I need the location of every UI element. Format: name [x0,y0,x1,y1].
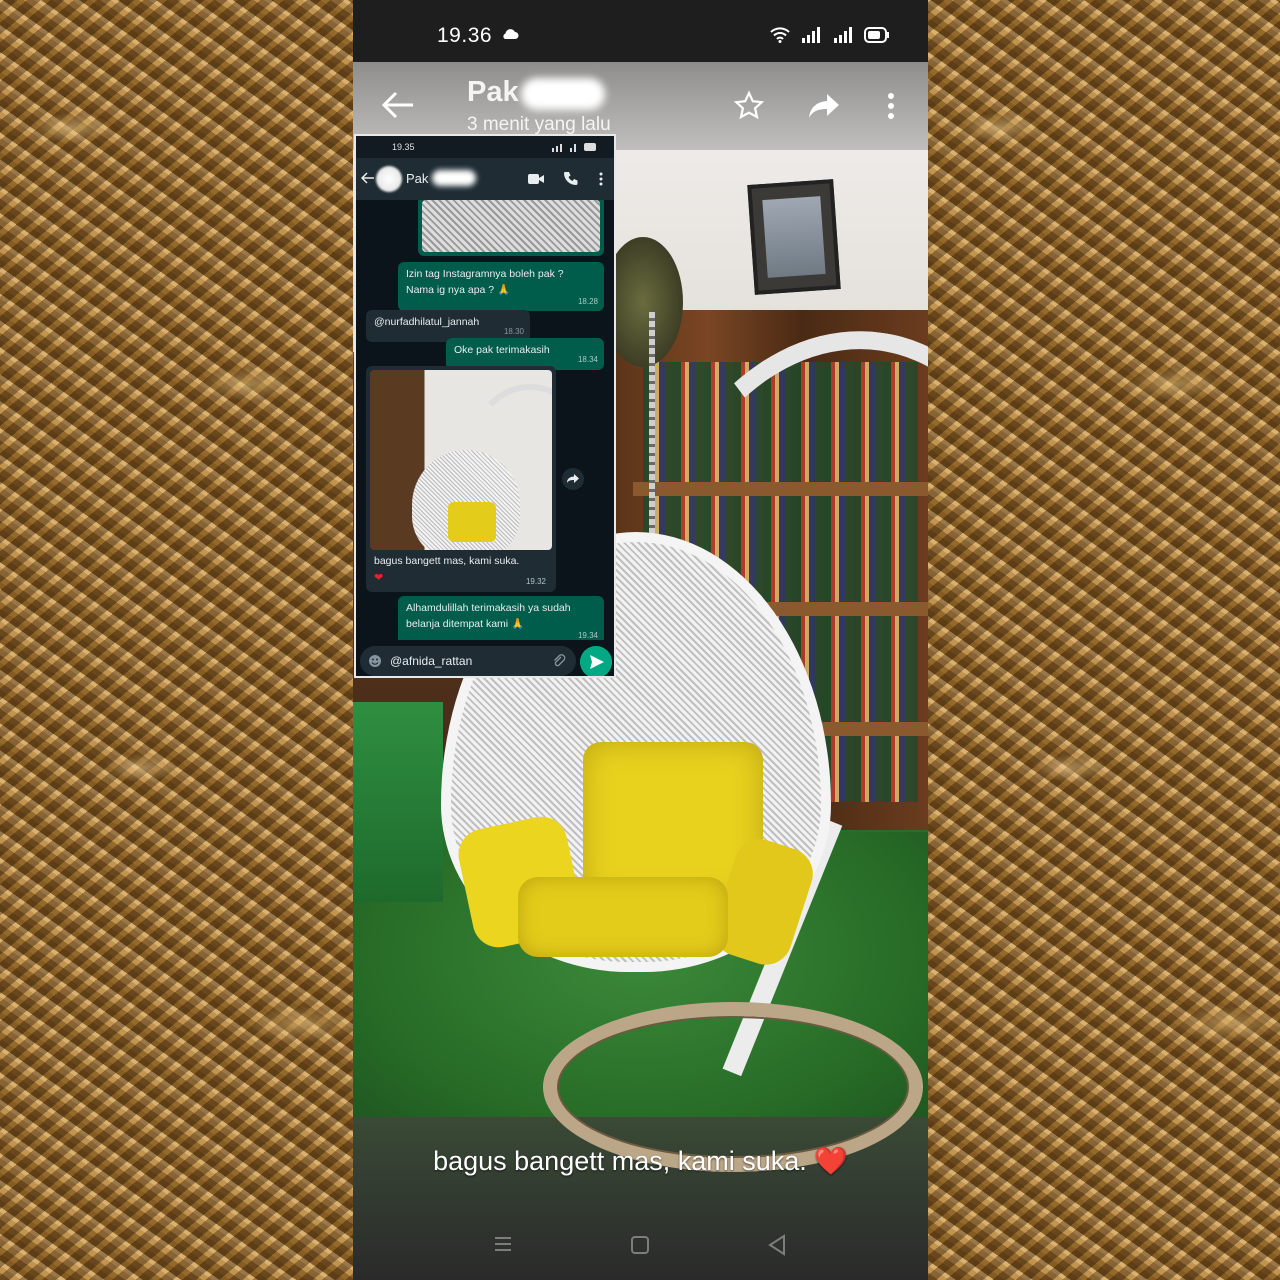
avatar[interactable] [376,166,402,192]
chat-contact-name[interactable]: Pak [406,171,428,186]
signal-icon [802,27,820,43]
message-text: Nama ig nya apa ? 🙏 [406,284,511,297]
story-caption: bagus bangett mas, kami suka. ❤️ [353,1145,928,1177]
story-contact-name: Pak [467,76,519,108]
navigation-bar [353,1222,928,1272]
chat-input-bar: @afnida_rattan [356,640,614,678]
star-icon[interactable] [733,90,765,122]
received-image[interactable] [370,370,552,550]
message-text: Izin tag Instagramnya boleh pak ? [406,268,564,280]
yellow-cushion-seat [518,877,728,957]
redacted-name [521,78,605,110]
rope-background-left [0,0,353,1280]
image-caption: bagus bangett mas, kami suka. [374,555,520,567]
message-time: 18.28 [577,297,598,307]
recent-apps-icon[interactable] [493,1236,513,1252]
status-icons [552,143,596,152]
more-vert-icon[interactable] [599,172,603,186]
cloud-icon [503,29,519,39]
message-text: Alhamdulillah terimakasih ya sudah [406,602,571,614]
home-icon[interactable] [631,1236,649,1254]
message-input-value: @afnida_rattan [390,654,473,668]
status-bar: 19.36 [353,0,928,62]
share-icon[interactable] [562,468,584,490]
swing-chain [649,312,655,552]
chat-status-bar: 19.35 [356,136,614,158]
chat-header: Pak [356,158,614,200]
chat-status-time: 19.35 [392,142,415,152]
wifi-icon [770,27,790,43]
message-time: 19.32 [525,577,546,587]
message-text: @nurfadhilatul_jannah [374,316,480,328]
message-bubble-out[interactable]: Izin tag Instagramnya boleh pak ? Nama i… [398,262,604,311]
more-vert-icon[interactable] [887,92,895,120]
back-triangle-icon[interactable] [767,1234,787,1256]
green-bags [353,702,443,902]
message-input[interactable]: @afnida_rattan [360,646,576,676]
redacted-name [432,170,476,186]
battery-icon [864,27,889,43]
phone-screenshot: 19.36 Pak 3 menit yang lalu 19.35 Pak Iz… [353,0,928,1280]
rope-background-right [928,0,1280,1280]
caption-text: bagus bangett mas, kami suka. [433,1146,807,1176]
story-timestamp: 3 menit yang lalu [467,114,611,135]
back-arrow-icon[interactable] [361,172,375,184]
video-call-icon[interactable] [528,173,544,185]
emoji-icon[interactable] [368,654,382,668]
send-icon[interactable] [580,646,612,678]
chat-messages: Izin tag Instagramnya boleh pak ? Nama i… [356,200,614,645]
phone-icon[interactable] [564,171,578,185]
message-text: belanja ditempat kami 🙏 [406,618,525,631]
message-time: 18.30 [503,326,524,336]
forward-icon[interactable] [807,92,841,120]
attach-icon[interactable] [552,654,566,668]
signal-icon [834,27,852,43]
heart-emoji: ❤ [374,571,384,584]
status-time: 19.36 [437,24,493,47]
heart-emoji: ❤️ [814,1146,848,1176]
embedded-chat-screenshot: 19.35 Pak Izin tag Instagramnya boleh pa… [354,134,616,678]
message-bubble-out[interactable]: Alhamdulillah terimakasih ya sudah belan… [398,596,604,645]
message-time: 18.34 [577,354,598,364]
sent-image-thumbnail[interactable] [418,200,604,256]
wall-picture-frame [747,179,841,295]
back-arrow-icon[interactable] [381,90,415,120]
message-text: Oke pak terimakasih [454,344,550,356]
received-image-message[interactable]: bagus bangett mas, kami suka. ❤ 19.32 [366,366,556,592]
